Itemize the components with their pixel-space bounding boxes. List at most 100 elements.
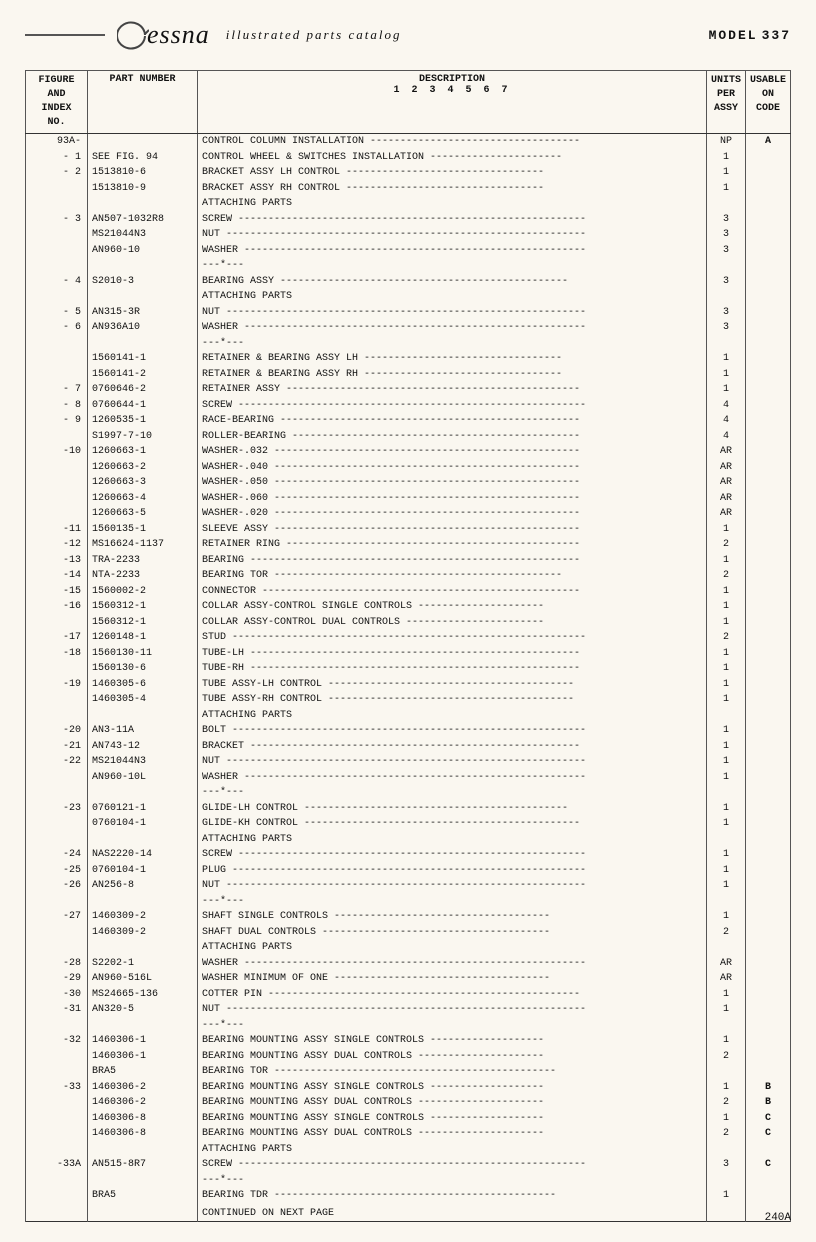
cell-units	[706, 1018, 745, 1034]
cell-desc: ---*---	[198, 1173, 707, 1189]
cell-units: 1	[706, 646, 745, 662]
cell-units	[706, 940, 745, 956]
table-row: -331460306-2BEARING MOUNTING ASSY SINGLE…	[26, 1080, 791, 1096]
cell-figure: - 6	[26, 320, 88, 336]
cell-desc: SCREW ----------------------------------…	[198, 1157, 707, 1173]
cell-units: AR	[706, 475, 745, 491]
cell-figure: - 4	[26, 274, 88, 290]
cell-figure: -14	[26, 568, 88, 584]
cell-usable	[745, 785, 790, 801]
cell-desc: ATTACHING PARTS	[198, 708, 707, 724]
cell-figure: -31	[26, 1002, 88, 1018]
cell-desc: TUBE ASSY-LH CONTROL -------------------…	[198, 677, 707, 693]
table-row: 1460306-8BEARING MOUNTING ASSY DUAL CONT…	[26, 1126, 791, 1142]
cell-figure: - 9	[26, 413, 88, 429]
cell-desc: BEARING MOUNTING ASSY DUAL CONTROLS ----…	[198, 1095, 707, 1111]
cell-desc: NUT ------------------------------------…	[198, 305, 707, 321]
cell-usable	[745, 739, 790, 755]
cell-part: S2202-1	[88, 956, 198, 972]
cell-desc: CONTROL WHEEL & SWITCHES INSTALLATION --…	[198, 150, 707, 166]
table-row: -191460305-6TUBE ASSY-LH CONTROL -------…	[26, 677, 791, 693]
cell-units	[706, 785, 745, 801]
cessna-c-icon	[117, 20, 149, 50]
logo-area: essna illustrated parts catalog	[25, 20, 401, 50]
cell-desc: PLUG -----------------------------------…	[198, 863, 707, 879]
cell-desc: ATTACHING PARTS	[198, 1142, 707, 1158]
cell-desc: WASHER-.060 ----------------------------…	[198, 491, 707, 507]
cell-usable	[745, 770, 790, 786]
table-row: ---*---	[26, 1173, 791, 1189]
cell-desc: BEARING MOUNTING ASSY SINGLE CONTROLS --…	[198, 1033, 707, 1049]
cell-desc: WASHER MINIMUM OF ONE ------------------…	[198, 971, 707, 987]
cell-usable: A	[745, 134, 790, 150]
cell-figure	[26, 940, 88, 956]
cell-usable	[745, 289, 790, 305]
cell-units: 1	[706, 692, 745, 708]
cell-figure	[26, 351, 88, 367]
cell-desc: SCREW ----------------------------------…	[198, 847, 707, 863]
model-label: MODEL	[709, 28, 758, 43]
cell-usable: B	[745, 1080, 790, 1096]
cell-units: 4	[706, 413, 745, 429]
cell-units: 1	[706, 801, 745, 817]
cell-usable	[745, 971, 790, 987]
cell-units: 1	[706, 615, 745, 631]
cell-desc: RETAINER & BEARING ASSY RH -------------…	[198, 367, 707, 383]
cell-desc: GLIDE-LH CONTROL -----------------------…	[198, 801, 707, 817]
cell-part: BRA5	[88, 1064, 198, 1080]
table-row: ATTACHING PARTS	[26, 289, 791, 305]
cell-usable	[745, 367, 790, 383]
cell-part	[88, 196, 198, 212]
table-row: -321460306-1BEARING MOUNTING ASSY SINGLE…	[26, 1033, 791, 1049]
table-row: -29AN960-516LWASHER MINIMUM OF ONE -----…	[26, 971, 791, 987]
cell-figure: 93A-	[26, 134, 88, 150]
cell-desc: TUBE-LH --------------------------------…	[198, 646, 707, 662]
table-row: 93A- CONTROL COLUMN INSTALLATION --------…	[26, 134, 791, 150]
cell-usable	[745, 1002, 790, 1018]
cell-usable	[745, 863, 790, 879]
cell-desc: CONTROL COLUMN INSTALLATION ------------…	[198, 134, 707, 150]
cell-usable	[745, 677, 790, 693]
table-row: -26AN256-8NUT --------------------------…	[26, 878, 791, 894]
cell-units: 1	[706, 1002, 745, 1018]
table-row: ATTACHING PARTS	[26, 708, 791, 724]
cell-figure: -33	[26, 1080, 88, 1096]
cell-units: 3	[706, 274, 745, 290]
cell-usable	[745, 553, 790, 569]
cell-units: 2	[706, 630, 745, 646]
cell-figure	[26, 429, 88, 445]
cell-usable	[745, 1142, 790, 1158]
cell-units: 1	[706, 909, 745, 925]
cell-desc: BOLT -----------------------------------…	[198, 723, 707, 739]
cell-units: 1	[706, 816, 745, 832]
cell-figure	[26, 1188, 88, 1204]
cell-desc: SCREW ----------------------------------…	[198, 212, 707, 228]
cell-figure	[26, 258, 88, 274]
model-area: MODEL 337	[709, 28, 791, 43]
table-row: BRA5 BEARING TOR -----------------------…	[26, 1064, 791, 1080]
cell-part: AN320-5	[88, 1002, 198, 1018]
cell-figure	[26, 615, 88, 631]
cessna-logo: essna	[117, 20, 210, 50]
cell-desc: BEARING ASSY ---------------------------…	[198, 274, 707, 290]
cell-units: AR	[706, 460, 745, 476]
table-row: - 5AN315-3RNUT -------------------------…	[26, 305, 791, 321]
table-row: - 3AN507-1032R8SCREW -------------------…	[26, 212, 791, 228]
table-row: -13TRA-2233BEARING ---------------------…	[26, 553, 791, 569]
cell-desc: NUT ------------------------------------…	[198, 878, 707, 894]
cell-usable	[745, 227, 790, 243]
table-row: -21AN743-12BRACKET ---------------------…	[26, 739, 791, 755]
cell-figure: -23	[26, 801, 88, 817]
cell-desc: BEARING --------------------------------…	[198, 553, 707, 569]
cell-usable	[745, 1033, 790, 1049]
cell-usable	[745, 320, 790, 336]
cell-units: 1	[706, 723, 745, 739]
cell-part: BRA5	[88, 1188, 198, 1204]
table-row: -12MS16624-1137RETAINER RING -----------…	[26, 537, 791, 553]
footer: 240A	[765, 1212, 791, 1224]
cell-units: 3	[706, 227, 745, 243]
cell-usable	[745, 413, 790, 429]
cell-figure: -18	[26, 646, 88, 662]
cell-figure	[26, 770, 88, 786]
cell-usable: C	[745, 1111, 790, 1127]
